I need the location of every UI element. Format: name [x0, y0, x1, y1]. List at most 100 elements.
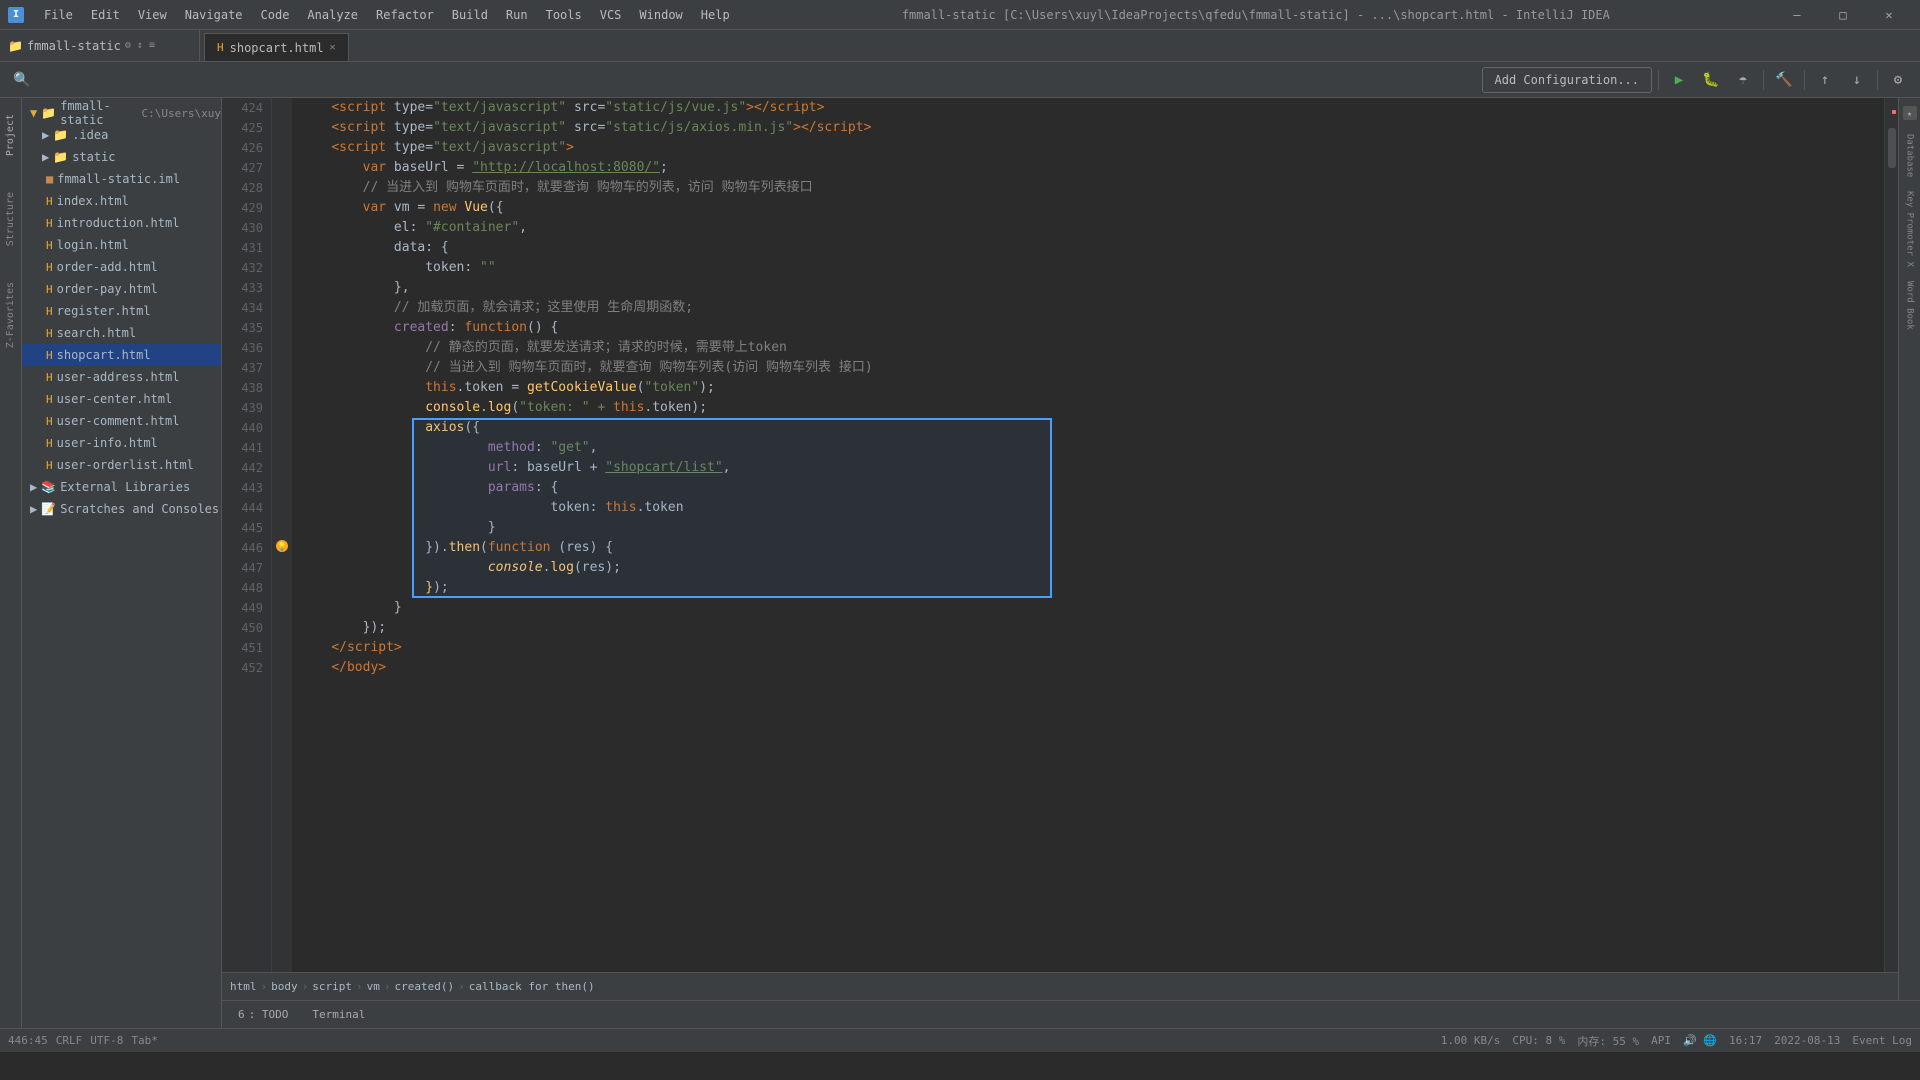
update-button[interactable]: ↓ — [1843, 66, 1871, 94]
tree-ext-libs[interactable]: ▶ 📚 External Libraries — [22, 476, 221, 498]
tree-register[interactable]: H register.html — [22, 300, 221, 322]
status-right: 1.00 KB/s CPU: 8 % 内存: 55 % API 🔊 🌐 16:1… — [1441, 1033, 1912, 1049]
system-tray: 🔊 🌐 — [1683, 1034, 1717, 1047]
idea-folder-icon: 📁 — [53, 128, 68, 142]
shopcart-label: shopcart.html — [57, 348, 151, 362]
menu-file[interactable]: File — [36, 6, 81, 24]
status-indent[interactable]: Tab* — [131, 1034, 158, 1047]
status-charset[interactable]: UTF-8 — [90, 1034, 123, 1047]
static-folder-icon: 📁 — [53, 150, 68, 164]
code-line-433: }, — [300, 278, 1876, 298]
tab-file-icon: H — [217, 41, 224, 54]
run-button[interactable]: ▶ — [1665, 66, 1693, 94]
code-editor[interactable]: <script type="text/javascript" src="stat… — [292, 98, 1884, 972]
scroll-thumb[interactable] — [1888, 128, 1896, 168]
code-line-437: // 当进入到 购物车页面时，就要查询 购物车列表(访问 购物车列表 接口) — [300, 358, 1876, 378]
search-everywhere-btn[interactable]: 🔍 — [8, 66, 36, 94]
tree-user-comment[interactable]: H user-comment.html — [22, 410, 221, 432]
status-crlf[interactable]: CRLF — [56, 1034, 83, 1047]
tree-root[interactable]: ▼ 📁 fmmall-static C:\Users\xuy — [22, 102, 221, 124]
user-info-icon: H — [46, 437, 53, 450]
user-ol-label: user-orderlist.html — [57, 458, 194, 472]
close-button[interactable]: ✕ — [1866, 0, 1912, 30]
tree-user-center[interactable]: H user-center.html — [22, 388, 221, 410]
code-line-447: console.log(res); — [300, 558, 1876, 578]
menu-window[interactable]: Window — [631, 6, 690, 24]
tree-login[interactable]: H login.html — [22, 234, 221, 256]
tree-user-address[interactable]: H user-address.html — [22, 366, 221, 388]
database-panel-btn[interactable]: Database — [1905, 134, 1915, 177]
code-line-450: }); — [300, 618, 1876, 638]
run-with-coverage-btn[interactable]: ☂ — [1729, 66, 1757, 94]
key-promoter-btn[interactable]: Key Promoter X — [1905, 191, 1915, 267]
breadcrumb-created[interactable]: created() — [395, 980, 455, 993]
word-book-btn[interactable]: Word Book — [1905, 281, 1915, 330]
build-button[interactable]: 🔨 — [1770, 66, 1798, 94]
breadcrumb-body[interactable]: body — [271, 980, 298, 993]
breadcrumb-callback[interactable]: callback for then() — [469, 980, 595, 993]
settings-button[interactable]: ⚙ — [1884, 66, 1912, 94]
tree-index[interactable]: H index.html — [22, 190, 221, 212]
tree-shopcart[interactable]: H shopcart.html — [22, 344, 221, 366]
todo-tab[interactable]: 6 : TODO — [230, 1006, 296, 1023]
run-config-button[interactable]: Add Configuration... — [1482, 67, 1653, 93]
toolbar-sep-3 — [1804, 70, 1805, 90]
menu-view[interactable]: View — [130, 6, 175, 24]
clock-date: 2022-08-13 — [1774, 1034, 1840, 1047]
tree-user-info[interactable]: H user-info.html — [22, 432, 221, 454]
project-controls: ⚙ ↕ ≡ — [125, 40, 155, 51]
tab-close-icon[interactable]: ✕ — [330, 42, 336, 53]
tree-static[interactable]: ▶ 📁 static — [22, 146, 221, 168]
menu-edit[interactable]: Edit — [83, 6, 128, 24]
tree-scratches[interactable]: ▶ 📝 Scratches and Consoles — [22, 498, 221, 520]
tab-label: shopcart.html — [230, 41, 324, 55]
tree-order-pay[interactable]: H order-pay.html — [22, 278, 221, 300]
tree-idea[interactable]: ▶ 📁 .idea — [22, 124, 221, 146]
code-line-449: } — [300, 598, 1876, 618]
menu-build[interactable]: Build — [444, 6, 496, 24]
vcs-button[interactable]: ↑ — [1811, 66, 1839, 94]
breadcrumb-script[interactable]: script — [312, 980, 352, 993]
menu-run[interactable]: Run — [498, 6, 536, 24]
project-panel-tab[interactable]: Project — [3, 106, 18, 164]
root-path: C:\Users\xuy — [142, 107, 221, 120]
toolbar-sep-4 — [1877, 70, 1878, 90]
menu-navigate[interactable]: Navigate — [177, 6, 251, 24]
tree-search[interactable]: H search.html — [22, 322, 221, 344]
code-line-451: </script> — [300, 638, 1876, 658]
menu-refactor[interactable]: Refactor — [368, 6, 442, 24]
code-line-439: console.log("token: " + this.token); — [300, 398, 1876, 418]
menu-help[interactable]: Help — [693, 6, 738, 24]
breadcrumb-vm[interactable]: vm — [367, 980, 380, 993]
right-panel: ★ Database Key Promoter X Word Book — [1898, 98, 1920, 1000]
register-icon: H — [46, 305, 53, 318]
minimize-button[interactable]: — — [1774, 0, 1820, 30]
tree-introduction[interactable]: H introduction.html — [22, 212, 221, 234]
index-icon: H — [46, 195, 53, 208]
tree-user-orderlist[interactable]: H user-orderlist.html — [22, 454, 221, 476]
menu-bar: File Edit View Navigate Code Analyze Ref… — [36, 6, 738, 24]
iml-icon: ■ — [46, 172, 53, 186]
menu-tools[interactable]: Tools — [538, 6, 590, 24]
menu-analyze[interactable]: Analyze — [299, 6, 366, 24]
editor-tab-shopcart[interactable]: H shopcart.html ✕ — [204, 33, 349, 61]
bookmarks-btn[interactable]: ★ — [1903, 106, 1917, 120]
code-line-445: } — [300, 518, 1876, 538]
status-bar: 446:45 CRLF UTF-8 Tab* 1.00 KB/s CPU: 8 … — [0, 1028, 1920, 1052]
menu-code[interactable]: Code — [253, 6, 298, 24]
terminal-tab[interactable]: Terminal — [304, 1006, 373, 1023]
tree-order-add[interactable]: H order-add.html — [22, 256, 221, 278]
user-ctr-label: user-center.html — [57, 392, 173, 406]
debug-button[interactable]: 🐛 — [1697, 66, 1725, 94]
title-bar: I File Edit View Navigate Code Analyze R… — [0, 0, 1920, 30]
menu-vcs[interactable]: VCS — [592, 6, 630, 24]
structure-tab[interactable]: Structure — [3, 184, 18, 254]
breadcrumb-html[interactable]: html — [230, 980, 257, 993]
code-line-441: method: "get", — [300, 438, 1876, 458]
maximize-button[interactable]: □ — [1820, 0, 1866, 30]
idea-label: .idea — [72, 128, 108, 142]
z-favorites-tab[interactable]: Z-Favorites — [3, 274, 18, 356]
user-addr-label: user-address.html — [57, 370, 180, 384]
event-log-btn[interactable]: Event Log — [1852, 1034, 1912, 1047]
tree-iml[interactable]: ■ fmmall-static.iml — [22, 168, 221, 190]
